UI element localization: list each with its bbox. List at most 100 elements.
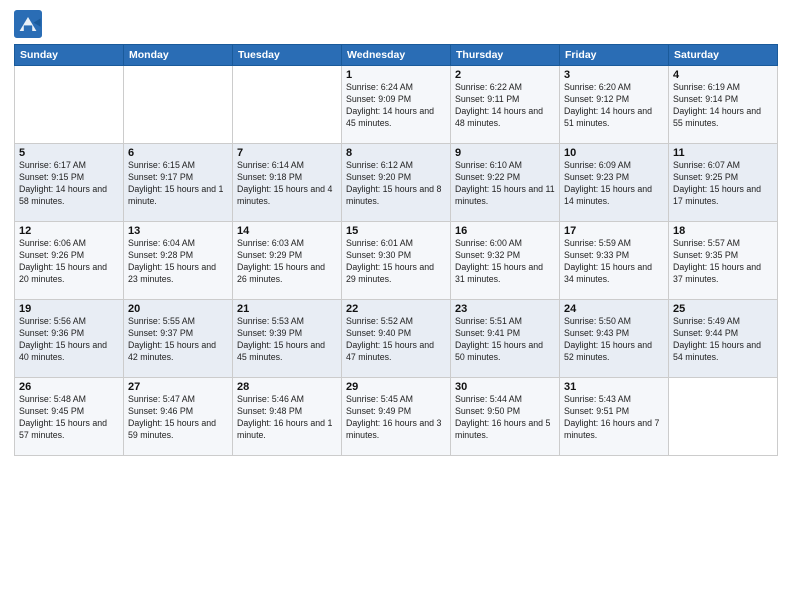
day-number: 12 bbox=[19, 225, 119, 237]
day-number: 3 bbox=[564, 69, 664, 81]
day-detail: Sunrise: 6:06 AMSunset: 9:26 PMDaylight:… bbox=[19, 238, 119, 286]
calendar-day-cell: 25Sunrise: 5:49 AMSunset: 9:44 PMDayligh… bbox=[669, 300, 778, 378]
day-number: 30 bbox=[455, 381, 555, 393]
header bbox=[14, 10, 778, 38]
day-detail: Sunrise: 6:10 AMSunset: 9:22 PMDaylight:… bbox=[455, 160, 555, 208]
day-detail: Sunrise: 6:07 AMSunset: 9:25 PMDaylight:… bbox=[673, 160, 773, 208]
calendar-day-cell: 23Sunrise: 5:51 AMSunset: 9:41 PMDayligh… bbox=[451, 300, 560, 378]
day-detail: Sunrise: 6:03 AMSunset: 9:29 PMDaylight:… bbox=[237, 238, 337, 286]
day-number: 20 bbox=[128, 303, 228, 315]
calendar-day-cell: 14Sunrise: 6:03 AMSunset: 9:29 PMDayligh… bbox=[233, 222, 342, 300]
logo-icon bbox=[14, 10, 42, 38]
day-number: 23 bbox=[455, 303, 555, 315]
calendar-day-cell: 26Sunrise: 5:48 AMSunset: 9:45 PMDayligh… bbox=[15, 378, 124, 456]
calendar-day-cell: 7Sunrise: 6:14 AMSunset: 9:18 PMDaylight… bbox=[233, 144, 342, 222]
day-detail: Sunrise: 5:44 AMSunset: 9:50 PMDaylight:… bbox=[455, 394, 555, 442]
logo bbox=[14, 10, 44, 38]
calendar-day-cell: 11Sunrise: 6:07 AMSunset: 9:25 PMDayligh… bbox=[669, 144, 778, 222]
day-detail: Sunrise: 5:48 AMSunset: 9:45 PMDaylight:… bbox=[19, 394, 119, 442]
calendar-day-cell: 16Sunrise: 6:00 AMSunset: 9:32 PMDayligh… bbox=[451, 222, 560, 300]
day-number: 14 bbox=[237, 225, 337, 237]
day-detail: Sunrise: 6:12 AMSunset: 9:20 PMDaylight:… bbox=[346, 160, 446, 208]
day-number: 27 bbox=[128, 381, 228, 393]
calendar-day-cell: 5Sunrise: 6:17 AMSunset: 9:15 PMDaylight… bbox=[15, 144, 124, 222]
day-detail: Sunrise: 6:17 AMSunset: 9:15 PMDaylight:… bbox=[19, 160, 119, 208]
day-number: 5 bbox=[19, 147, 119, 159]
calendar-day-cell bbox=[233, 66, 342, 144]
calendar-week-row: 5Sunrise: 6:17 AMSunset: 9:15 PMDaylight… bbox=[15, 144, 778, 222]
day-number: 28 bbox=[237, 381, 337, 393]
calendar-week-row: 19Sunrise: 5:56 AMSunset: 9:36 PMDayligh… bbox=[15, 300, 778, 378]
calendar-day-cell: 8Sunrise: 6:12 AMSunset: 9:20 PMDaylight… bbox=[342, 144, 451, 222]
day-of-week-header: Monday bbox=[124, 45, 233, 66]
calendar-week-row: 26Sunrise: 5:48 AMSunset: 9:45 PMDayligh… bbox=[15, 378, 778, 456]
day-detail: Sunrise: 6:14 AMSunset: 9:18 PMDaylight:… bbox=[237, 160, 337, 208]
day-detail: Sunrise: 6:24 AMSunset: 9:09 PMDaylight:… bbox=[346, 82, 446, 130]
day-of-week-header: Thursday bbox=[451, 45, 560, 66]
calendar-day-cell: 19Sunrise: 5:56 AMSunset: 9:36 PMDayligh… bbox=[15, 300, 124, 378]
day-number: 18 bbox=[673, 225, 773, 237]
calendar-day-cell bbox=[669, 378, 778, 456]
calendar-day-cell: 21Sunrise: 5:53 AMSunset: 9:39 PMDayligh… bbox=[233, 300, 342, 378]
day-detail: Sunrise: 5:47 AMSunset: 9:46 PMDaylight:… bbox=[128, 394, 228, 442]
calendar-day-cell: 9Sunrise: 6:10 AMSunset: 9:22 PMDaylight… bbox=[451, 144, 560, 222]
page: SundayMondayTuesdayWednesdayThursdayFrid… bbox=[0, 0, 792, 612]
calendar-header-row: SundayMondayTuesdayWednesdayThursdayFrid… bbox=[15, 45, 778, 66]
day-detail: Sunrise: 5:45 AMSunset: 9:49 PMDaylight:… bbox=[346, 394, 446, 442]
day-number: 11 bbox=[673, 147, 773, 159]
day-of-week-header: Saturday bbox=[669, 45, 778, 66]
day-number: 2 bbox=[455, 69, 555, 81]
calendar-day-cell: 4Sunrise: 6:19 AMSunset: 9:14 PMDaylight… bbox=[669, 66, 778, 144]
day-number: 13 bbox=[128, 225, 228, 237]
day-number: 21 bbox=[237, 303, 337, 315]
day-detail: Sunrise: 5:56 AMSunset: 9:36 PMDaylight:… bbox=[19, 316, 119, 364]
calendar-table: SundayMondayTuesdayWednesdayThursdayFrid… bbox=[14, 44, 778, 456]
calendar-day-cell: 22Sunrise: 5:52 AMSunset: 9:40 PMDayligh… bbox=[342, 300, 451, 378]
day-detail: Sunrise: 5:55 AMSunset: 9:37 PMDaylight:… bbox=[128, 316, 228, 364]
day-number: 16 bbox=[455, 225, 555, 237]
calendar-day-cell: 29Sunrise: 5:45 AMSunset: 9:49 PMDayligh… bbox=[342, 378, 451, 456]
day-detail: Sunrise: 6:19 AMSunset: 9:14 PMDaylight:… bbox=[673, 82, 773, 130]
calendar-day-cell: 20Sunrise: 5:55 AMSunset: 9:37 PMDayligh… bbox=[124, 300, 233, 378]
day-of-week-header: Tuesday bbox=[233, 45, 342, 66]
calendar-day-cell: 12Sunrise: 6:06 AMSunset: 9:26 PMDayligh… bbox=[15, 222, 124, 300]
day-detail: Sunrise: 5:53 AMSunset: 9:39 PMDaylight:… bbox=[237, 316, 337, 364]
day-detail: Sunrise: 6:01 AMSunset: 9:30 PMDaylight:… bbox=[346, 238, 446, 286]
day-detail: Sunrise: 6:15 AMSunset: 9:17 PMDaylight:… bbox=[128, 160, 228, 208]
day-detail: Sunrise: 5:50 AMSunset: 9:43 PMDaylight:… bbox=[564, 316, 664, 364]
day-number: 6 bbox=[128, 147, 228, 159]
day-detail: Sunrise: 5:49 AMSunset: 9:44 PMDaylight:… bbox=[673, 316, 773, 364]
day-number: 17 bbox=[564, 225, 664, 237]
day-number: 1 bbox=[346, 69, 446, 81]
day-detail: Sunrise: 6:09 AMSunset: 9:23 PMDaylight:… bbox=[564, 160, 664, 208]
day-detail: Sunrise: 6:04 AMSunset: 9:28 PMDaylight:… bbox=[128, 238, 228, 286]
calendar-day-cell: 3Sunrise: 6:20 AMSunset: 9:12 PMDaylight… bbox=[560, 66, 669, 144]
day-of-week-header: Friday bbox=[560, 45, 669, 66]
calendar-day-cell: 17Sunrise: 5:59 AMSunset: 9:33 PMDayligh… bbox=[560, 222, 669, 300]
calendar-week-row: 1Sunrise: 6:24 AMSunset: 9:09 PMDaylight… bbox=[15, 66, 778, 144]
day-detail: Sunrise: 6:22 AMSunset: 9:11 PMDaylight:… bbox=[455, 82, 555, 130]
calendar-day-cell bbox=[15, 66, 124, 144]
calendar-day-cell: 31Sunrise: 5:43 AMSunset: 9:51 PMDayligh… bbox=[560, 378, 669, 456]
day-number: 15 bbox=[346, 225, 446, 237]
day-number: 8 bbox=[346, 147, 446, 159]
calendar-day-cell bbox=[124, 66, 233, 144]
calendar-day-cell: 6Sunrise: 6:15 AMSunset: 9:17 PMDaylight… bbox=[124, 144, 233, 222]
day-number: 24 bbox=[564, 303, 664, 315]
calendar-day-cell: 27Sunrise: 5:47 AMSunset: 9:46 PMDayligh… bbox=[124, 378, 233, 456]
day-number: 25 bbox=[673, 303, 773, 315]
calendar-day-cell: 2Sunrise: 6:22 AMSunset: 9:11 PMDaylight… bbox=[451, 66, 560, 144]
day-number: 19 bbox=[19, 303, 119, 315]
day-detail: Sunrise: 6:00 AMSunset: 9:32 PMDaylight:… bbox=[455, 238, 555, 286]
day-number: 7 bbox=[237, 147, 337, 159]
day-of-week-header: Sunday bbox=[15, 45, 124, 66]
calendar-day-cell: 18Sunrise: 5:57 AMSunset: 9:35 PMDayligh… bbox=[669, 222, 778, 300]
calendar-day-cell: 1Sunrise: 6:24 AMSunset: 9:09 PMDaylight… bbox=[342, 66, 451, 144]
day-detail: Sunrise: 5:57 AMSunset: 9:35 PMDaylight:… bbox=[673, 238, 773, 286]
day-number: 10 bbox=[564, 147, 664, 159]
day-detail: Sunrise: 5:43 AMSunset: 9:51 PMDaylight:… bbox=[564, 394, 664, 442]
calendar-day-cell: 15Sunrise: 6:01 AMSunset: 9:30 PMDayligh… bbox=[342, 222, 451, 300]
day-number: 22 bbox=[346, 303, 446, 315]
day-number: 9 bbox=[455, 147, 555, 159]
day-detail: Sunrise: 5:51 AMSunset: 9:41 PMDaylight:… bbox=[455, 316, 555, 364]
